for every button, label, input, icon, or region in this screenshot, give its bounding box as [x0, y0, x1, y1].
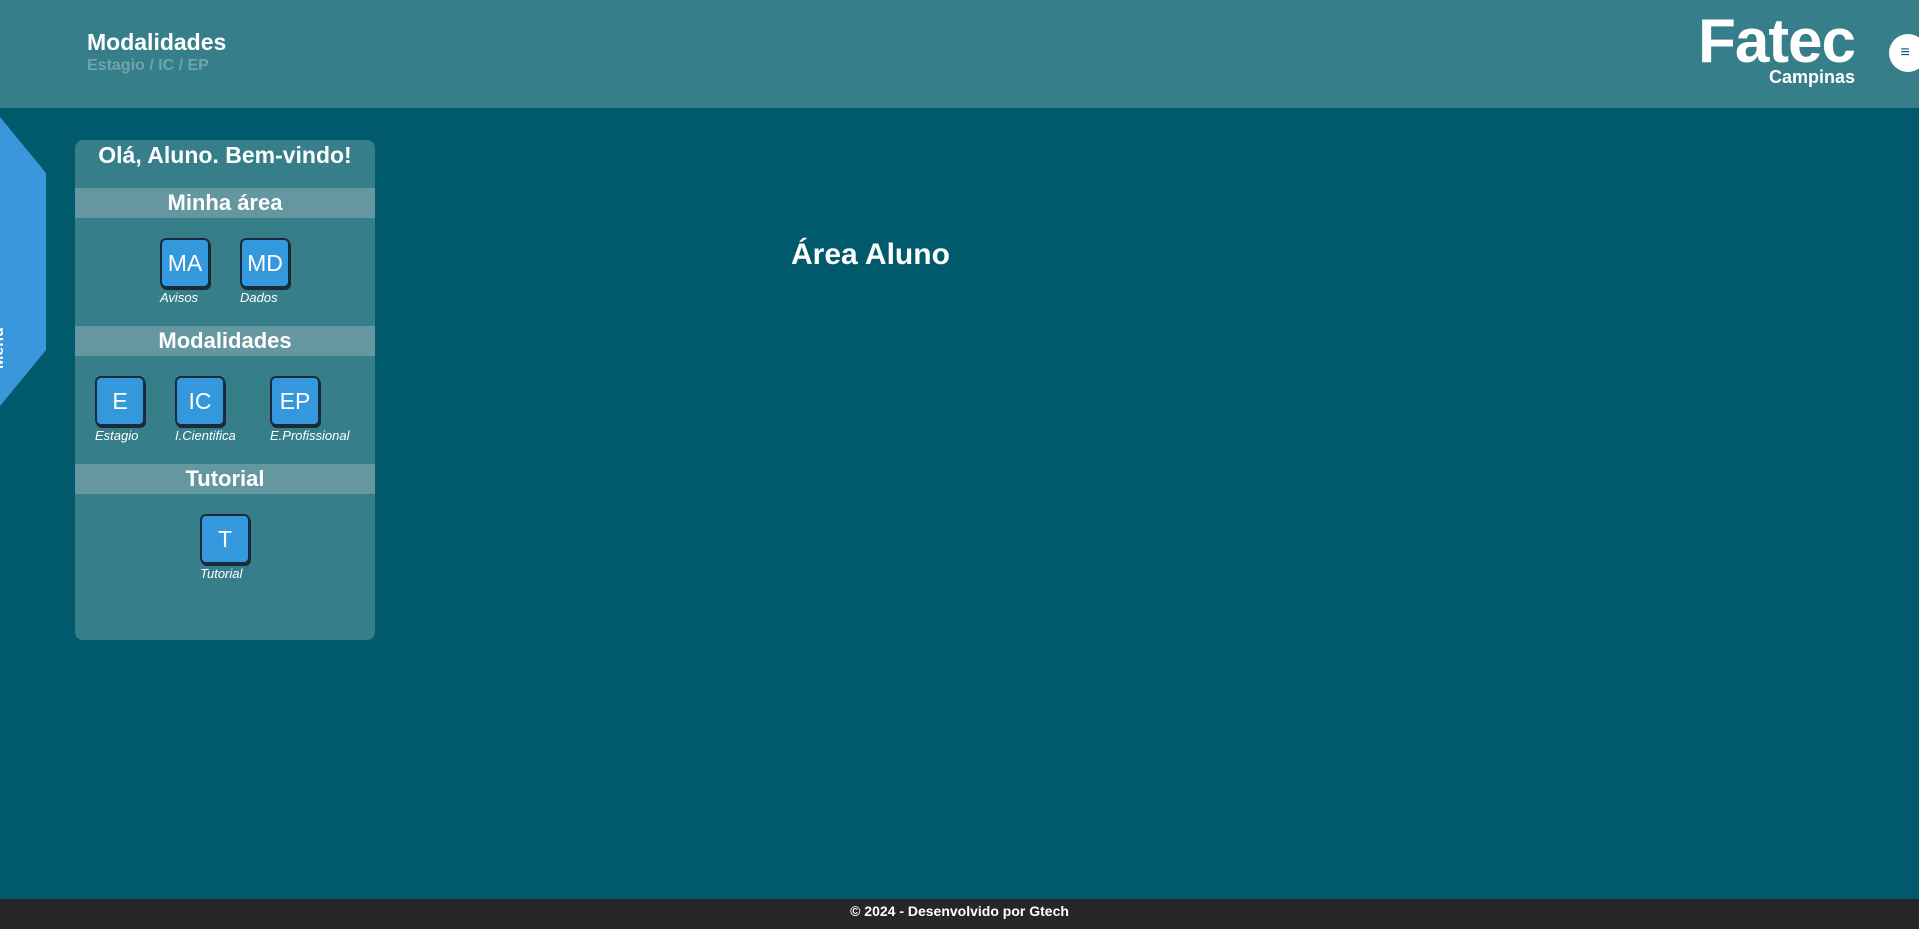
tile-avisos-label: Avisos [160, 290, 199, 305]
footer-text: © 2024 - Desenvolvido por Gtech [850, 903, 1069, 919]
hamburger-icon: ≡ [1900, 44, 1910, 61]
logo-sub-text: Campinas [1768, 67, 1855, 87]
section-title-minha-area: Minha área [75, 188, 375, 218]
section-title-modalidades: Modalidades [75, 326, 375, 356]
tile-iniciacao-cientifica-label: I.Cientifica [175, 428, 236, 443]
tile-dados-button[interactable]: MD [240, 238, 290, 288]
menu-tab-label: Menu [0, 327, 7, 369]
section-title-tutorial: Tutorial [75, 464, 375, 494]
tile-estagio-profissional[interactable]: EP E.Profissional [270, 376, 349, 443]
side-menu-toggle[interactable]: Menu [0, 117, 46, 406]
tile-estagio[interactable]: E Estagio [95, 376, 145, 443]
tile-avisos[interactable]: MA Avisos [160, 238, 210, 305]
top-header: Modalidades Estagio / IC / EP Fatec Camp… [0, 0, 1919, 108]
tile-estagio-label: Estagio [95, 428, 139, 443]
tile-avisos-button[interactable]: MA [160, 238, 210, 288]
fatec-logo: Fatec Campinas [1683, 7, 1856, 88]
tile-estagio-button[interactable]: E [95, 376, 145, 426]
breadcrumb: Estagio / IC / EP [87, 57, 209, 74]
footer: © 2024 - Desenvolvido por Gtech [0, 899, 1919, 929]
tile-dados[interactable]: MD Dados [240, 238, 290, 305]
tile-tutorial[interactable]: T Tutorial [200, 514, 250, 581]
page-title: Modalidades [87, 29, 227, 55]
tile-iniciacao-cientifica-button[interactable]: IC [175, 376, 225, 426]
tile-dados-label: Dados [240, 290, 278, 305]
student-panel: Olá, Aluno. Bem-vindo! Minha área MA Avi… [75, 140, 375, 640]
main-heading: Área Aluno [791, 238, 950, 271]
logo-main-text: Fatec [1698, 7, 1856, 76]
tile-tutorial-button[interactable]: T [200, 514, 250, 564]
tile-estagio-profissional-label: E.Profissional [270, 428, 350, 443]
hamburger-menu-button[interactable]: ≡ [1889, 34, 1919, 72]
tile-iniciacao-cientifica[interactable]: IC I.Cientifica [175, 376, 236, 443]
welcome-greeting: Olá, Aluno. Bem-vindo! [98, 142, 352, 168]
tile-estagio-profissional-button[interactable]: EP [270, 376, 320, 426]
tile-tutorial-label: Tutorial [200, 566, 243, 581]
